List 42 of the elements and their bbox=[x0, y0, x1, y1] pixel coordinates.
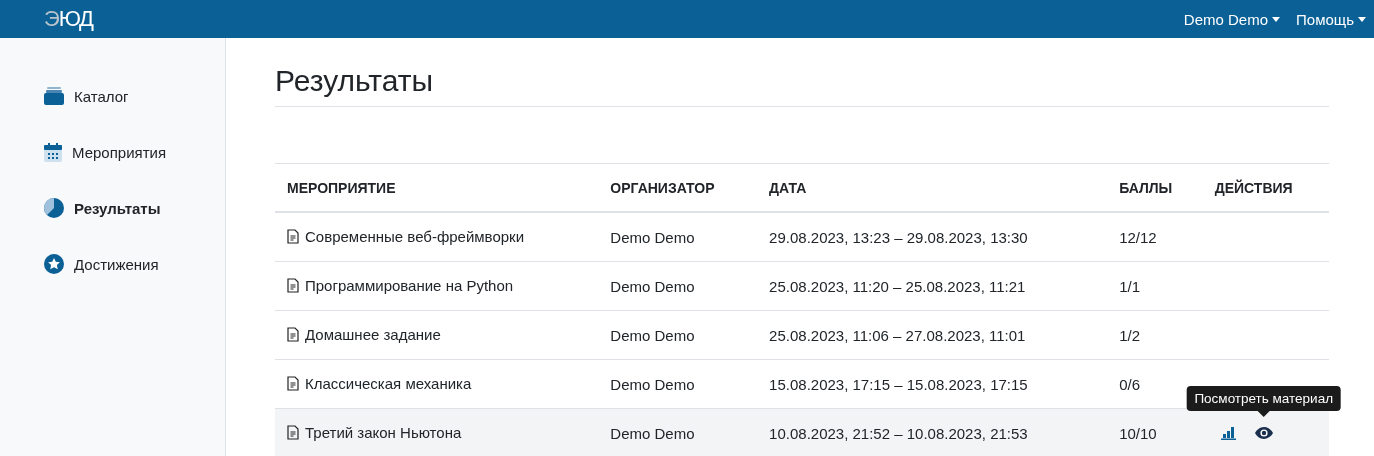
eye-icon bbox=[1254, 427, 1273, 439]
date-text: 25.08.2023, 11:20 – 25.08.2023, 11:21 bbox=[769, 277, 1026, 295]
sidebar-item[interactable]: Достижения bbox=[0, 236, 225, 292]
document-icon bbox=[287, 228, 299, 244]
document-icon bbox=[287, 326, 299, 342]
sidebar-item[interactable]: Результаты bbox=[0, 180, 225, 236]
score-text: 1/2 bbox=[1119, 326, 1140, 344]
page-title: Результаты bbox=[275, 64, 1329, 107]
caret-icon bbox=[1272, 16, 1281, 22]
table-row[interactable]: Современные веб-фреймворки Demo Demo 29.08.2023, 13:23 – 29.08.2023, 13:30 12/12 bbox=[275, 212, 1329, 262]
event-link[interactable]: Современные веб-фреймворки bbox=[305, 227, 525, 245]
date-text: 25.08.2023, 11:06 – 27.08.2023, 11:01 bbox=[769, 326, 1026, 344]
table-row[interactable]: Домашнее задание Demo Demo 25.08.2023, 11:06 – 27.08.2023, 11:01 1/2 bbox=[275, 310, 1329, 360]
bar-chart-icon bbox=[1220, 426, 1237, 440]
table-row[interactable]: Программирование на Python Demo Demo 25.08.2023, 11:20 – 25.08.2023, 11:21 1/1 bbox=[275, 261, 1329, 311]
pie-chart-icon bbox=[44, 198, 64, 218]
tooltip: Посмотреть материал bbox=[1186, 386, 1341, 417]
organizer-text: Demo Demo bbox=[610, 326, 695, 344]
event-link[interactable]: Программирование на Python bbox=[305, 276, 514, 294]
organizer-text: Demo Demo bbox=[610, 277, 695, 295]
caret-icon bbox=[1358, 16, 1366, 22]
calendar-icon bbox=[44, 142, 62, 162]
logo[interactable]: ЭЮД bbox=[44, 6, 1176, 32]
view-button[interactable] bbox=[1254, 427, 1273, 439]
score-text: 12/12 bbox=[1119, 228, 1157, 246]
document-icon bbox=[287, 424, 299, 440]
document-icon bbox=[287, 277, 299, 293]
box-icon bbox=[44, 86, 64, 106]
sidebar-item[interactable]: Мероприятия bbox=[0, 124, 225, 180]
organizer-text: Demo Demo bbox=[610, 424, 695, 442]
dropdown-menu[interactable]: Demo Demo bbox=[1183, 10, 1281, 28]
score-text: 1/1 bbox=[1119, 277, 1140, 295]
score-text: 10/10 bbox=[1119, 424, 1157, 442]
organizer-text: Demo Demo bbox=[610, 228, 695, 246]
date-text: 10.08.2023, 21:52 – 10.08.2023, 21:53 bbox=[769, 424, 1028, 442]
sidebar-item[interactable]: Каталог bbox=[0, 68, 225, 124]
stats-button[interactable] bbox=[1220, 426, 1237, 440]
date-text: 29.08.2023, 13:23 – 29.08.2023, 13:30 bbox=[769, 228, 1028, 246]
event-link[interactable]: Третий закон Ньютона bbox=[305, 423, 462, 441]
event-link[interactable]: Домашнее задание bbox=[305, 325, 441, 343]
dropdown-menu[interactable]: Помощь bbox=[1296, 10, 1366, 28]
document-icon bbox=[287, 375, 299, 391]
